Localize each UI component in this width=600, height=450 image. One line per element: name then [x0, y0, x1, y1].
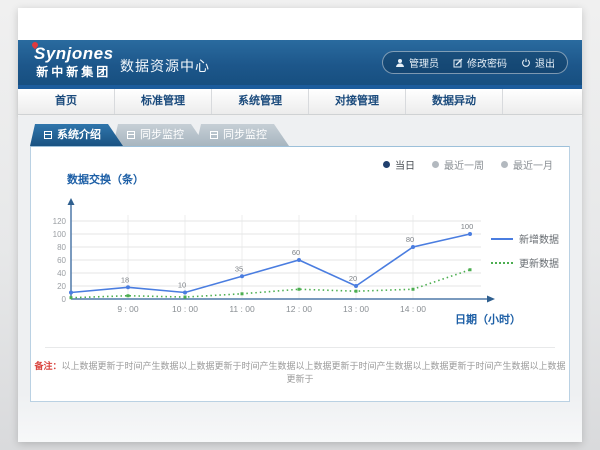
- user-icon: [395, 58, 405, 68]
- svg-text:35: 35: [235, 264, 243, 273]
- svg-text:60: 60: [292, 248, 300, 257]
- main-nav: 首页 标准管理 系统管理 对接管理 数据异动: [18, 89, 582, 115]
- app-header: Synjones 新中新集团 数据资源中心 管理员 修改密码: [18, 40, 582, 85]
- nav-item-standards[interactable]: 标准管理: [115, 89, 212, 114]
- svg-text:14 : 00: 14 : 00: [400, 304, 426, 314]
- change-password-button[interactable]: 修改密码: [453, 55, 507, 70]
- nav-item-system[interactable]: 系统管理: [212, 89, 309, 114]
- radio-dot-icon: [383, 161, 390, 168]
- tab-system-intro[interactable]: 系统介绍: [30, 124, 123, 146]
- radio-dot-icon: [501, 161, 508, 168]
- svg-text:12 : 00: 12 : 00: [286, 304, 312, 314]
- radio-last-month[interactable]: 最近一月: [501, 157, 553, 172]
- svg-text:80: 80: [406, 235, 414, 244]
- svg-text:100: 100: [53, 230, 67, 239]
- tab-sync-monitor-2[interactable]: 同步监控: [196, 124, 289, 146]
- svg-text:20: 20: [349, 274, 357, 283]
- monitor-icon: [210, 131, 218, 139]
- svg-text:18: 18: [121, 275, 129, 284]
- current-user[interactable]: 管理员: [395, 55, 439, 70]
- tab-bar: 系统介绍 同步监控 同步监控: [30, 124, 289, 146]
- svg-text:40: 40: [57, 269, 66, 278]
- footnote-text: 以上数据更新于时间产生数据以上数据更新于时间产生数据以上数据更新于时间产生数据以…: [62, 361, 566, 384]
- svg-text:120: 120: [53, 217, 67, 226]
- chart-panel: 当日 最近一周 最近一月 数据交换（条） 0 20 40 60 80 100 120 9 : …: [30, 146, 570, 402]
- window-top-strip: [18, 8, 582, 40]
- svg-text:9 : 00: 9 : 00: [117, 304, 139, 314]
- legend-item-updated-data[interactable]: 更新数据: [491, 255, 559, 270]
- logo-text-cn: 新中新集团: [34, 66, 114, 78]
- y-axis-title: 数据交换（条）: [67, 171, 144, 187]
- edit-icon: [453, 58, 463, 68]
- legend-item-new-data[interactable]: 新增数据: [491, 231, 559, 246]
- svg-text:80: 80: [57, 243, 66, 252]
- company-logo: Synjones 新中新集团: [34, 45, 114, 78]
- monitor-icon: [127, 131, 135, 139]
- footnote: 备注：以上数据更新于时间产生数据以上数据更新于时间产生数据以上数据更新于时间产生…: [31, 359, 569, 385]
- logout-button[interactable]: 退出: [521, 55, 555, 70]
- tab-sync-monitor-1[interactable]: 同步监控: [113, 124, 206, 146]
- svg-text:0: 0: [62, 295, 67, 304]
- content-area: 系统介绍 同步监控 同步监控 当日 最近一周: [18, 116, 582, 442]
- chart-canvas: 0 20 40 60 80 100 120 9 : 00 10 : 00 11 : 00 12 : …: [39, 191, 499, 325]
- line-chart: 0 20 40 60 80 100 120 9 : 00 10 : 00 11 : 00 12 : …: [39, 191, 499, 325]
- radio-today[interactable]: 当日: [383, 157, 415, 172]
- app-window: Synjones 新中新集团 数据资源中心 管理员 修改密码: [18, 8, 582, 442]
- svg-text:11 : 00: 11 : 00: [229, 304, 255, 314]
- user-menu: 管理员 修改密码 退出: [382, 51, 568, 74]
- svg-text:10 : 00: 10 : 00: [172, 304, 198, 314]
- nav-item-data-changes[interactable]: 数据异动: [406, 89, 503, 114]
- time-range-filters: 当日 最近一周 最近一月: [383, 157, 553, 172]
- note-divider: [45, 347, 555, 348]
- radio-dot-icon: [432, 161, 439, 168]
- logo-text-en: Synjones: [34, 45, 114, 62]
- page-title: 数据资源中心: [120, 56, 210, 76]
- footnote-label: 备注：: [34, 361, 61, 371]
- power-icon: [521, 58, 531, 68]
- svg-text:10: 10: [178, 281, 186, 290]
- radio-last-week[interactable]: 最近一周: [432, 157, 484, 172]
- solid-line-icon: [491, 238, 513, 240]
- x-axis-title: 日期（小时）: [455, 311, 521, 327]
- svg-text:60: 60: [57, 256, 66, 265]
- document-icon: [44, 131, 52, 139]
- nav-item-integration[interactable]: 对接管理: [309, 89, 406, 114]
- svg-text:13 : 00: 13 : 00: [343, 304, 369, 314]
- nav-item-home[interactable]: 首页: [18, 89, 115, 114]
- svg-text:20: 20: [57, 282, 66, 291]
- svg-text:100: 100: [461, 222, 474, 231]
- dotted-line-icon: [491, 262, 513, 264]
- chart-legend: 新增数据 更新数据: [491, 231, 559, 270]
